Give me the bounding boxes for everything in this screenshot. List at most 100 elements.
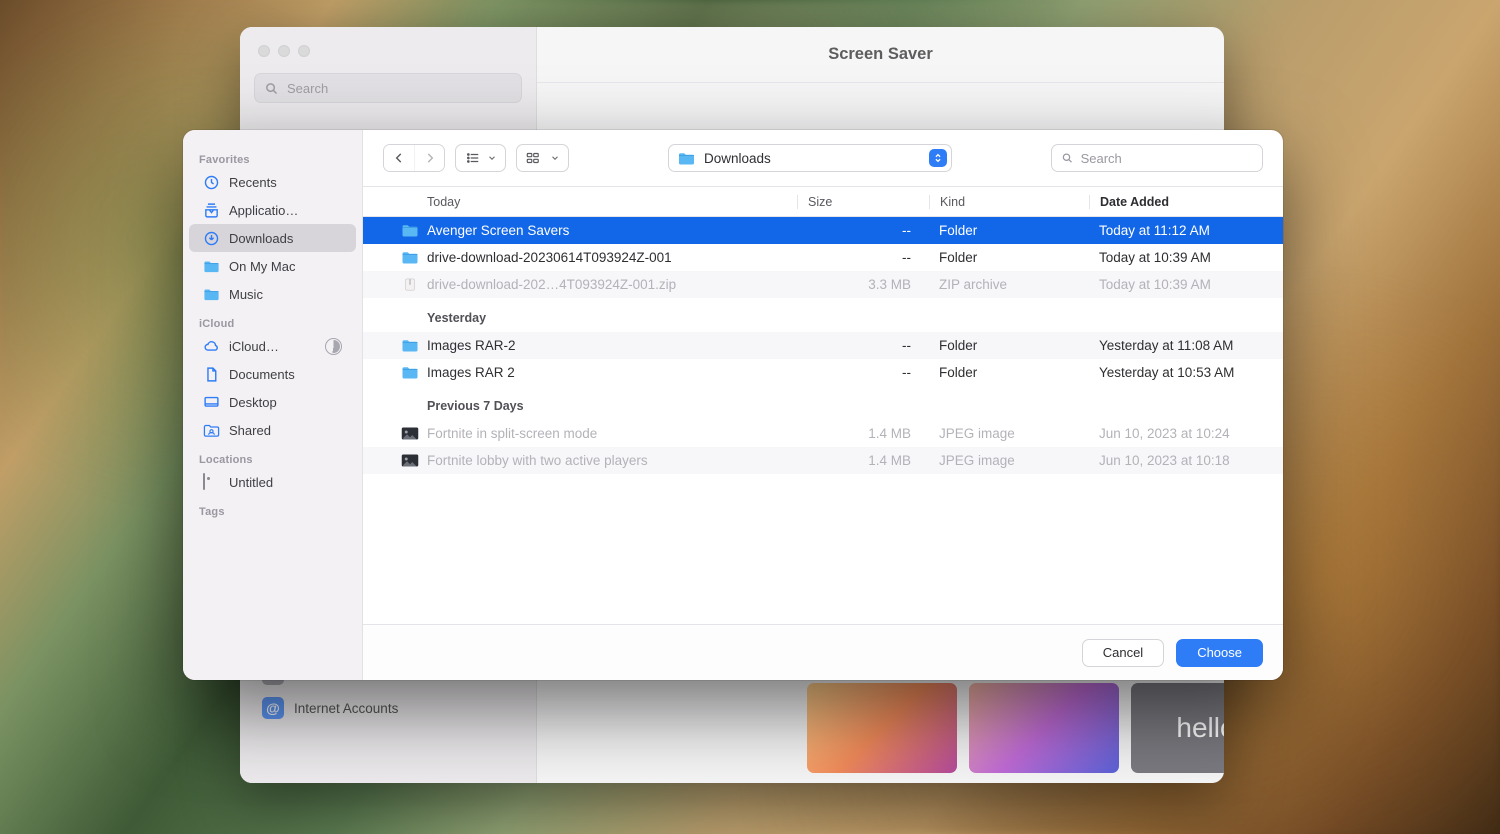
file-row: Fortnite lobby with two active players1.… [363,447,1283,474]
settings-title: Screen Saver [537,27,1224,83]
desktop-icon [203,394,220,411]
sidebar-item-applications[interactable]: Applicatio… [189,196,356,224]
group-header: Previous 7 Days [363,392,1283,420]
sidebar-item-desktop[interactable]: Desktop [189,388,356,416]
col-name-header[interactable]: Today [399,195,797,209]
sidebar-item-onmymac[interactable]: On My Mac [189,252,356,280]
settings-item-internet-accounts[interactable]: @ Internet Accounts [252,691,524,725]
chevron-down-icon [487,153,497,163]
sidebar-item-label: Documents [229,367,295,382]
col-size-header[interactable]: Size [797,195,929,209]
chevron-right-icon [423,151,437,165]
search-icon [264,81,279,96]
file-row: Fortnite in split-screen mode1.4 MBJPEG … [363,420,1283,447]
file-date: Today at 10:39 AM [1089,277,1283,292]
view-list-dropdown[interactable] [455,144,506,172]
file-kind: JPEG image [929,453,1089,468]
forward-button[interactable] [414,145,444,171]
file-name: drive-download-202…4T093924Z-001.zip [427,277,797,292]
file-name: Fortnite in split-screen mode [427,426,797,441]
min-dot[interactable] [278,45,290,57]
location-caret [929,149,947,167]
folder-icon [399,223,421,238]
window-controls[interactable] [240,35,536,67]
file-date: Today at 10:39 AM [1089,250,1283,265]
file-row: drive-download-202…4T093924Z-001.zip3.3 … [363,271,1283,298]
file-size: 1.4 MB [797,453,929,468]
thumb-1[interactable] [807,683,957,773]
image-icon [399,453,421,468]
max-dot[interactable] [298,45,310,57]
zip-icon [399,277,421,292]
sidebar-item-label: Downloads [229,231,293,246]
search-icon [1061,151,1074,165]
sidebar-item-iclouddrive[interactable]: iCloud… [189,332,356,360]
file-name: Avenger Screen Savers [427,223,797,238]
sidebar-item-label: Shared [229,423,271,438]
sidebar-section-title: Tags [183,496,362,520]
file-row[interactable]: Images RAR 2--FolderYesterday at 10:53 A… [363,359,1283,386]
file-date: Yesterday at 11:08 AM [1089,338,1283,353]
file-row[interactable]: Avenger Screen Savers--FolderToday at 11… [363,217,1283,244]
clock-icon [203,174,220,191]
sidebar-item-label: Desktop [229,395,277,410]
col-kind-header[interactable]: Kind [929,195,1089,209]
file-date: Jun 10, 2023 at 10:18 [1089,453,1283,468]
shared-icon [203,422,220,439]
sidebar-item-label: iCloud… [229,339,279,354]
folder-icon [399,365,421,380]
sidebar-item-documents[interactable]: Documents [189,360,356,388]
chevron-left-icon [392,151,406,165]
file-name: Images RAR 2 [427,365,797,380]
sidebar-section-title: iCloud [183,308,362,332]
settings-item-label: Internet Accounts [294,701,398,716]
panel-search[interactable] [1051,144,1263,172]
list-icon [465,151,481,165]
file-name: Images RAR-2 [427,338,797,353]
back-button[interactable] [384,145,414,171]
toolbar: Downloads [363,130,1283,186]
panel-footer: Cancel Choose [363,624,1283,680]
folder-icon [203,286,220,303]
file-size: 3.3 MB [797,277,929,292]
thumb-hello[interactable]: hello [1131,683,1224,773]
file-kind: Folder [929,365,1089,380]
file-name: drive-download-20230614T093924Z-001 [427,250,797,265]
close-dot[interactable] [258,45,270,57]
chevron-down-icon [550,153,560,163]
file-kind: Folder [929,223,1089,238]
folder-icon [677,151,696,166]
disk-icon [203,474,220,491]
file-row[interactable]: Images RAR-2--FolderYesterday at 11:08 A… [363,332,1283,359]
image-icon [399,426,421,441]
apps-icon [203,202,220,219]
file-kind: Folder [929,250,1089,265]
file-size: -- [797,250,929,265]
folder-icon [203,258,220,275]
thumb-2[interactable] [969,683,1119,773]
cancel-button[interactable]: Cancel [1082,639,1164,667]
file-kind: JPEG image [929,426,1089,441]
file-row[interactable]: drive-download-20230614T093924Z-001--Fol… [363,244,1283,271]
location-popup[interactable]: Downloads [668,144,952,172]
panel-search-input[interactable] [1081,151,1253,166]
file-kind: ZIP archive [929,277,1089,292]
sidebar-item-label: Music [229,287,263,302]
file-name: Fortnite lobby with two active players [427,453,797,468]
col-date-header[interactable]: Date Added [1089,195,1283,209]
sidebar-item-label: Untitled [229,475,273,490]
sidebar-item-label: Applicatio… [229,203,298,218]
settings-search[interactable]: Search [254,73,522,103]
group-by-dropdown[interactable] [516,144,569,172]
storage-pie-icon [325,338,342,355]
sidebar-item-shared[interactable]: Shared [189,416,356,444]
sidebar-item-recents[interactable]: Recents [189,168,356,196]
file-list[interactable]: Avenger Screen Savers--FolderToday at 11… [363,217,1283,624]
sidebar-item-untitled[interactable]: Untitled [189,468,356,496]
choose-button[interactable]: Choose [1176,639,1263,667]
file-date: Jun 10, 2023 at 10:24 [1089,426,1283,441]
sidebar-item-music[interactable]: Music [189,280,356,308]
sidebar-item-downloads[interactable]: Downloads [189,224,356,252]
sidebar-section-title: Locations [183,444,362,468]
updown-icon [933,153,943,163]
